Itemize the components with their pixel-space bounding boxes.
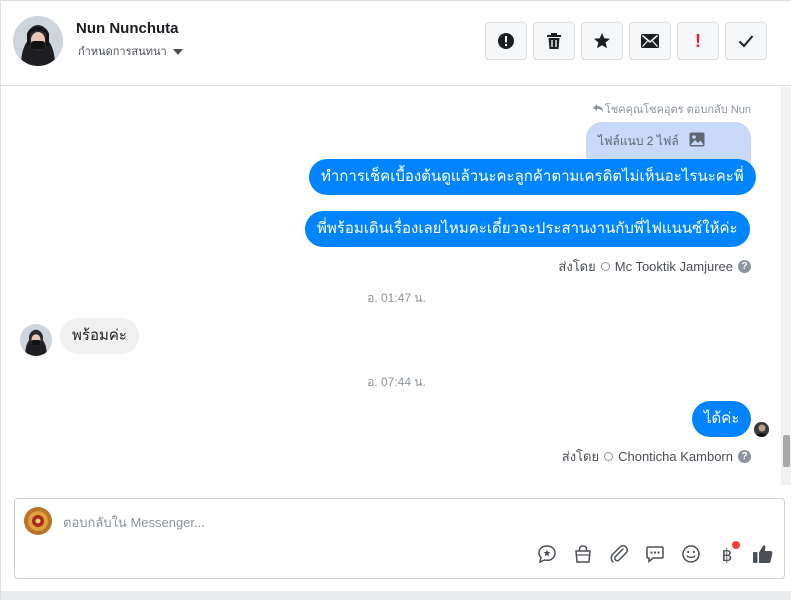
conversation-header: Nun Nunchuta กำหนดการสนทนา ! — [1, 1, 791, 86]
quick-reply-button[interactable] — [644, 545, 666, 567]
timestamp-separator: อ. 01:47 น. — [367, 291, 426, 305]
reply-arrow-icon — [592, 103, 603, 115]
caret-down-icon — [172, 48, 183, 55]
messenger-conversation-panel: Nun Nunchuta กำหนดการสนทนา ! โชคคุณโชคอุ… — [0, 0, 791, 600]
saved-reply-icon — [537, 544, 557, 569]
alert-circle-icon — [497, 32, 515, 50]
shopping-bag-icon — [573, 544, 593, 569]
sent-by-label: ส่งโดย — [561, 449, 600, 464]
emoji-icon — [681, 544, 701, 569]
attachment-label: ไฟล์แนบ 2 ไฟล์ — [598, 134, 679, 148]
saved-reply-button[interactable] — [536, 544, 558, 569]
conversation-schedule-label: กำหนดการสนทนา — [78, 46, 167, 58]
outgoing-message[interactable]: ได้ค่ะ — [692, 401, 752, 437]
contact-avatar[interactable] — [13, 16, 63, 66]
composer-toolbar: ฿ — [536, 541, 774, 570]
reply-note: โชคคุณโชคอุตร ตอบกลับ Nun — [592, 100, 751, 118]
agent-status-icon — [600, 262, 610, 271]
mark-done-button[interactable] — [725, 22, 767, 60]
thumbs-up-icon — [752, 543, 774, 570]
image-icon — [689, 132, 705, 160]
conversation-actions: ! — [485, 22, 767, 60]
message-scrollbar[interactable] — [781, 87, 791, 485]
shop-button[interactable] — [572, 544, 594, 569]
baht-payment-icon: ฿ — [721, 546, 733, 565]
contact-avatar-small[interactable] — [20, 324, 52, 356]
payment-button[interactable]: ฿ — [716, 541, 740, 567]
reply-note-text: โชคคุณโชคอุตร ตอบกลับ Nun — [604, 104, 751, 116]
sent-by-line: ส่งโดย Mc Tooktik Jamjuree ? — [558, 256, 751, 277]
bottom-strip — [1, 591, 791, 600]
sent-by-line: ส่งโดย Chonticha Kamborn ? — [562, 446, 751, 467]
follow-up-button[interactable]: ! — [677, 22, 719, 60]
reply-input[interactable]: ตอบกลับใน Messenger... — [63, 512, 205, 533]
outgoing-message[interactable]: พี่พร้อมเดินเรื่องเลยไหมคะเดี๋ยวจะประสาน… — [305, 211, 750, 247]
sent-by-agent[interactable]: Chonticha Kamborn — [618, 449, 733, 464]
checkmark-icon — [738, 34, 754, 48]
mark-spam-button[interactable] — [485, 22, 527, 60]
timestamp-separator: อ. 07:44 น. — [367, 375, 426, 389]
scrollbar-thumb[interactable] — [783, 435, 790, 467]
attach-button[interactable] — [608, 544, 630, 569]
agent-status-icon — [604, 452, 614, 461]
chat-bubble-icon — [645, 544, 665, 569]
page-avatar — [24, 507, 52, 535]
notification-dot — [732, 541, 740, 549]
help-icon[interactable]: ? — [738, 260, 751, 273]
sent-by-label: ส่งโดย — [558, 259, 596, 274]
seen-avatar — [754, 422, 769, 437]
message-thread[interactable]: โชคคุณโชคอุตร ตอบกลับ Nun ไฟล์แนบ 2 ไฟล์… — [1, 87, 791, 485]
like-button[interactable] — [752, 543, 774, 570]
sent-by-agent[interactable]: Mc Tooktik Jamjuree — [615, 259, 733, 274]
envelope-icon — [641, 34, 659, 48]
incoming-message[interactable]: พร้อมค่ะ — [60, 318, 139, 354]
conversation-schedule-dropdown[interactable]: กำหนดการสนทนา — [78, 42, 183, 60]
star-button[interactable] — [581, 22, 623, 60]
contact-name[interactable]: Nun Nunchuta — [76, 20, 179, 37]
message-composer: ตอบกลับใน Messenger... ฿ — [14, 498, 785, 579]
emoji-button[interactable] — [680, 544, 702, 569]
trash-icon — [546, 32, 562, 50]
delete-button[interactable] — [533, 22, 575, 60]
paperclip-icon — [609, 544, 629, 569]
help-icon[interactable]: ? — [738, 450, 751, 463]
mark-unread-button[interactable] — [629, 22, 671, 60]
exclamation-icon: ! — [695, 30, 701, 51]
star-icon — [593, 32, 611, 50]
outgoing-message[interactable]: ทำการเช็คเบื้องต้นดูแล้วนะคะลูกค้าตามเคร… — [309, 159, 756, 195]
